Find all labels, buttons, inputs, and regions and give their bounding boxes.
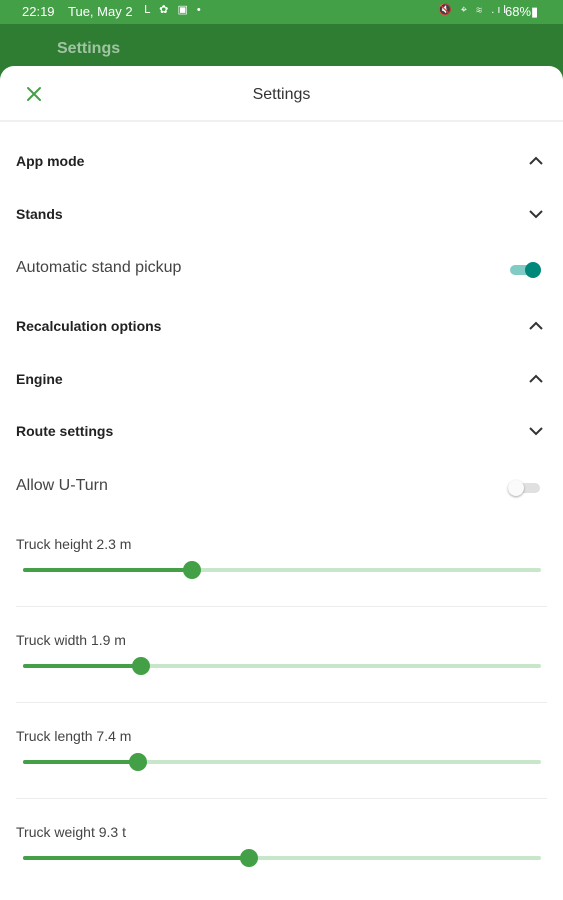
truck-width-slider[interactable] (23, 657, 541, 675)
slider-thumb[interactable] (128, 753, 147, 771)
status-time: 22:19 (22, 4, 55, 19)
slider-label: Truck weight 9.3 t (16, 824, 126, 840)
chevron-down-icon (529, 427, 543, 436)
section-recalculation-options[interactable]: Recalculation options (0, 306, 563, 346)
section-app-mode[interactable]: App mode (0, 141, 563, 181)
header-divider (0, 120, 563, 122)
divider (16, 702, 547, 703)
toggle-thumb (525, 262, 541, 278)
section-label: Route settings (16, 423, 114, 439)
section-label: Engine (16, 371, 63, 387)
slider-label: Truck height 2.3 m (16, 536, 132, 552)
battery-indicator: 68%▮ (505, 4, 539, 19)
section-label: App mode (16, 153, 85, 169)
setting-allow-uturn: Allow U-Turn (0, 467, 563, 507)
chevron-up-icon (529, 374, 543, 383)
setting-label: Allow U-Turn (16, 477, 108, 494)
slider-fill (23, 856, 250, 860)
section-route-settings[interactable]: Route settings (0, 411, 563, 451)
truck-height-slider[interactable] (23, 561, 541, 579)
truck-weight-slider[interactable] (23, 849, 541, 867)
chevron-up-icon (529, 156, 543, 165)
section-label: Recalculation options (16, 318, 162, 334)
slider-thumb[interactable] (183, 561, 202, 579)
divider (16, 798, 547, 799)
slider-thumb[interactable] (240, 849, 259, 867)
setting-label: Automatic stand pickup (16, 259, 182, 276)
slider-fill (23, 664, 141, 668)
status-bar: 22:19 Tue, May 2 ᒪ ✿ ▣ • 🔇 ⌖ ≋ .ıl 68%▮ (0, 0, 563, 24)
automatic-stand-pickup-toggle[interactable] (508, 261, 542, 279)
truck-weight-setting: Truck weight 9.3 t (0, 824, 563, 900)
allow-uturn-toggle[interactable] (508, 479, 542, 497)
sheet-title: Settings (252, 86, 311, 103)
truck-width-setting: Truck width 1.9 m (0, 632, 563, 728)
app-bar: Settings (0, 24, 563, 68)
truck-height-setting: Truck height 2.3 m (0, 536, 563, 632)
slider-fill (23, 760, 138, 764)
chevron-up-icon (529, 321, 543, 330)
truck-length-setting: Truck length 7.4 m (0, 728, 563, 824)
truck-length-slider[interactable] (23, 753, 541, 771)
appbar-title: Settings (57, 40, 121, 57)
slider-fill (23, 568, 193, 572)
section-label: Stands (16, 206, 63, 222)
slider-label: Truck length 7.4 m (16, 728, 132, 744)
divider (16, 606, 547, 607)
section-engine[interactable]: Engine (0, 359, 563, 399)
chevron-down-icon (529, 210, 543, 219)
setting-automatic-stand-pickup: Automatic stand pickup (0, 249, 563, 289)
status-date: Tue, May 2 (68, 4, 133, 19)
slider-label: Truck width 1.9 m (16, 632, 126, 648)
system-status-icons: 🔇 ⌖ ≋ .ıl (438, 4, 509, 16)
settings-sheet: Settings App mode Stands Automatic stand… (0, 66, 563, 900)
toggle-thumb (508, 480, 524, 496)
notification-icons: ᒪ ✿ ▣ • (144, 4, 204, 16)
section-stands[interactable]: Stands (0, 194, 563, 234)
slider-thumb[interactable] (131, 657, 150, 675)
